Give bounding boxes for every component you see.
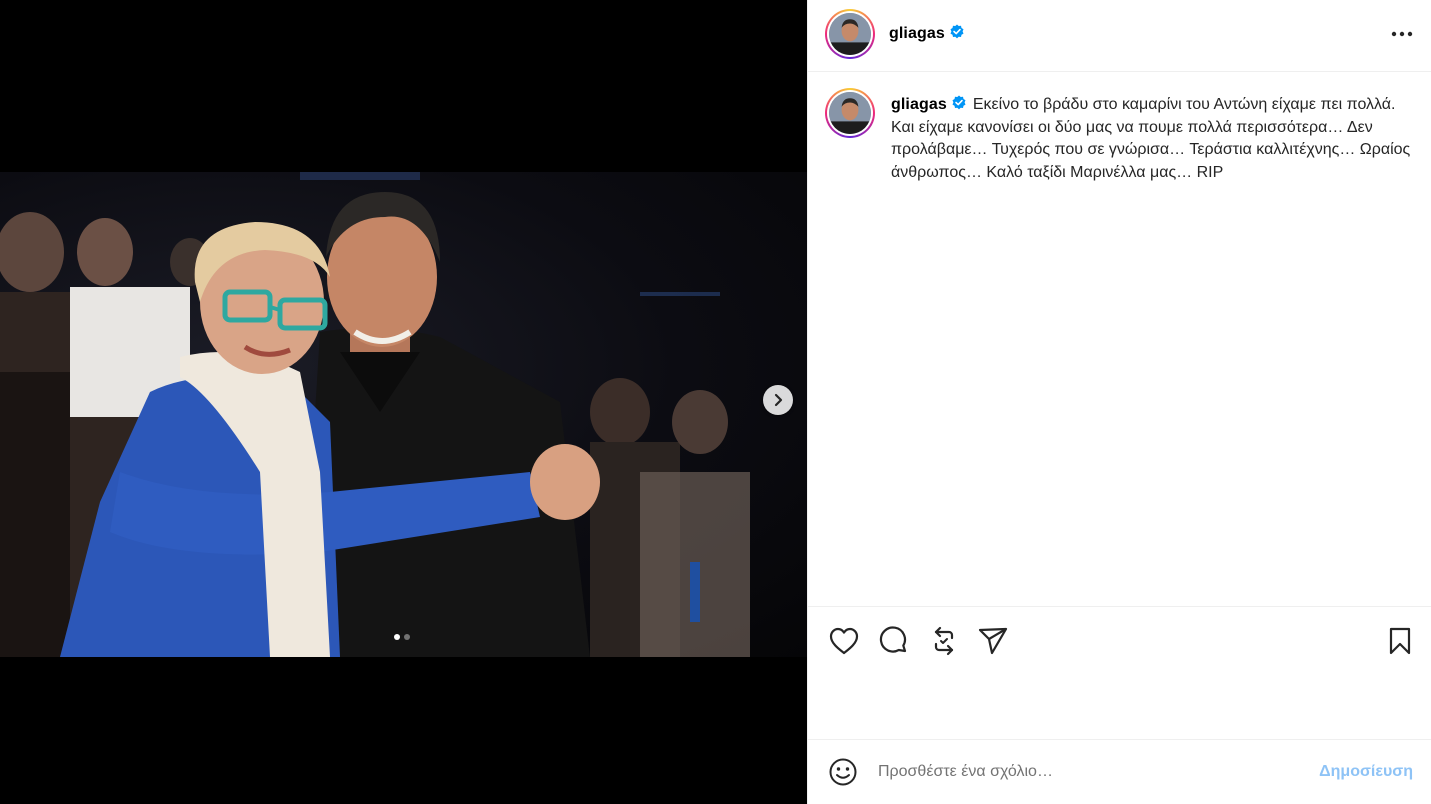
bookmark-icon (1389, 627, 1411, 655)
caption-body: Εκείνο το βράδυ στο καμαρίνι του Αντώνη … (891, 96, 1411, 181)
post-header: gliagas (808, 0, 1431, 72)
share-icon (978, 627, 1008, 655)
avatar[interactable] (825, 9, 875, 59)
like-button[interactable] (827, 624, 861, 658)
carousel-indicator (394, 634, 410, 640)
share-button[interactable] (976, 624, 1010, 658)
verified-badge-icon (950, 24, 964, 39)
post-side-panel: gliagas gliagas Εκείνο το βράδυ στο καμα… (807, 0, 1431, 804)
heart-icon (829, 627, 859, 655)
carousel-dot-active (394, 634, 400, 640)
media-viewer (0, 0, 807, 804)
caption-text: gliagas Εκείνο το βράδυ στο καμαρίνι του… (891, 94, 1416, 184)
save-button[interactable] (1383, 624, 1417, 658)
post-comment-button[interactable]: Δημοσίευση (1319, 763, 1413, 781)
avatar-image (829, 13, 871, 55)
more-horizontal-icon (1391, 31, 1413, 37)
post-actions (808, 607, 1431, 740)
caption-username[interactable]: gliagas (891, 95, 967, 113)
comment-button[interactable] (877, 624, 911, 658)
caption-avatar[interactable] (825, 88, 875, 138)
carousel-dot (404, 634, 410, 640)
post-author[interactable]: gliagas (889, 24, 965, 43)
repost-button[interactable] (927, 624, 961, 658)
username-text[interactable]: gliagas (889, 25, 945, 42)
comment-input[interactable] (878, 760, 1298, 784)
more-options-button[interactable] (1388, 22, 1416, 46)
comment-icon (879, 626, 907, 653)
comment-composer: Δημοσίευση (808, 740, 1431, 804)
username-text[interactable]: gliagas (891, 96, 947, 113)
post-caption-section: gliagas Εκείνο το βράδυ στο καμαρίνι του… (808, 72, 1431, 607)
post-photo[interactable] (0, 172, 807, 657)
verified-badge-icon (952, 95, 966, 110)
avatar-image (829, 92, 871, 134)
emoji-icon (829, 758, 857, 786)
next-slide-button[interactable] (763, 385, 793, 415)
chevron-right-icon (774, 393, 783, 407)
emoji-button[interactable] (827, 756, 859, 788)
repost-icon (934, 626, 954, 656)
photo-illustration (0, 172, 750, 657)
